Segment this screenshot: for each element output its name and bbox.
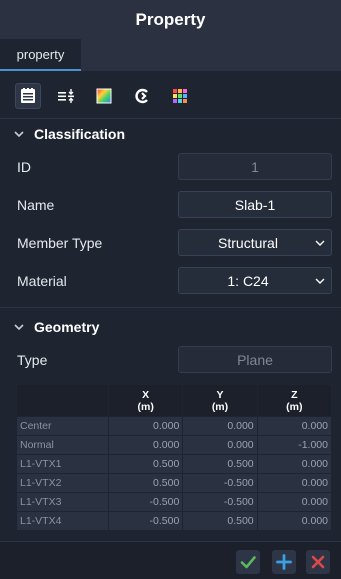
chevron-down-icon xyxy=(309,277,331,285)
delete-button[interactable] xyxy=(306,550,330,574)
classification-header[interactable]: Classification xyxy=(0,119,341,149)
cell-y: 0.000 xyxy=(182,416,258,436)
cell-y: -0.500 xyxy=(182,473,258,493)
material-select[interactable]: 1: C24 xyxy=(178,267,332,294)
cell-z: 0.000 xyxy=(256,416,333,436)
color-grid-icon[interactable] xyxy=(167,83,193,109)
confirm-icon xyxy=(240,556,256,569)
geometry-title: Geometry xyxy=(34,319,100,335)
cell-z: 0.000 xyxy=(256,511,333,531)
tab-bar: property xyxy=(0,39,341,71)
classification-title: Classification xyxy=(34,126,126,142)
cell-y: -0.500 xyxy=(182,492,258,512)
cell-x: -0.500 xyxy=(107,492,184,512)
table-row[interactable]: L1-VTX1 0.500 0.500 0.000 xyxy=(16,454,333,474)
row-label: Normal xyxy=(16,435,109,455)
cell-z: -1.000 xyxy=(256,435,333,455)
cell-y: 0.500 xyxy=(182,511,258,531)
table-row[interactable]: Normal 0.000 0.000 -1.000 xyxy=(16,435,333,455)
material-label: Material xyxy=(17,272,67,289)
type-label: Type xyxy=(17,351,48,368)
material-value: 1: C24 xyxy=(227,272,269,289)
cell-x: 0.500 xyxy=(107,473,184,493)
window-title: Property xyxy=(0,0,341,39)
row-label: Center xyxy=(16,416,109,436)
cell-z: 0.000 xyxy=(256,473,333,493)
table-corner-cell xyxy=(16,384,109,417)
id-field: 1 xyxy=(178,153,332,180)
column-header-x: X (m) xyxy=(107,384,184,417)
table-header-row: X (m) Y (m) Z (m) xyxy=(16,384,333,417)
chevron-down-icon xyxy=(309,239,331,247)
column-header-z: Z (m) xyxy=(256,384,333,417)
type-field: Plane xyxy=(178,346,332,373)
chevron-down-icon xyxy=(14,322,28,332)
geometry-header[interactable]: Geometry xyxy=(0,312,341,342)
cell-y: 0.000 xyxy=(182,435,258,455)
column-header-y: Y (m) xyxy=(182,384,258,417)
cell-x: 0.000 xyxy=(107,435,184,455)
delete-icon xyxy=(311,555,325,569)
member-type-select[interactable]: Structural xyxy=(178,229,332,256)
row-label: L1-VTX4 xyxy=(16,511,109,531)
name-field[interactable]: Slab-1 xyxy=(178,191,332,218)
footer-bar xyxy=(0,541,341,579)
color-gradient-icon[interactable] xyxy=(91,83,117,109)
divider xyxy=(0,307,341,308)
tab-property[interactable]: property xyxy=(0,39,81,71)
table-row[interactable]: L1-VTX2 0.500 -0.500 0.000 xyxy=(16,473,333,493)
cell-z: 0.000 xyxy=(256,454,333,474)
cell-x: 0.000 xyxy=(107,416,184,436)
row-label: L1-VTX2 xyxy=(16,473,109,493)
row-label: L1-VTX1 xyxy=(16,454,109,474)
cell-x: 0.500 xyxy=(107,454,184,474)
chevron-down-icon xyxy=(14,129,28,139)
align-icon[interactable] xyxy=(53,83,79,109)
name-label: Name xyxy=(17,196,55,213)
cell-x: -0.500 xyxy=(107,511,184,531)
list-form-icon[interactable] xyxy=(15,83,41,109)
table-row[interactable]: L1-VTX3 -0.500 -0.500 0.000 xyxy=(16,492,333,512)
refresh-icon[interactable] xyxy=(129,83,155,109)
toolbar xyxy=(0,71,341,118)
add-icon xyxy=(276,554,292,570)
member-type-value: Structural xyxy=(218,234,278,251)
member-type-label: Member Type xyxy=(17,234,103,251)
table-row[interactable]: L1-VTX4 -0.500 0.500 0.000 xyxy=(16,511,333,531)
id-label: ID xyxy=(17,158,31,175)
cell-y: 0.500 xyxy=(182,454,258,474)
cell-z: 0.000 xyxy=(256,492,333,512)
add-button[interactable] xyxy=(272,550,296,574)
table-row[interactable]: Center 0.000 0.000 0.000 xyxy=(16,416,333,436)
row-label: L1-VTX3 xyxy=(16,492,109,512)
coordinates-table: X (m) Y (m) Z (m) Center 0.000 0.000 0.000 … xyxy=(16,384,333,531)
confirm-button[interactable] xyxy=(236,550,260,574)
